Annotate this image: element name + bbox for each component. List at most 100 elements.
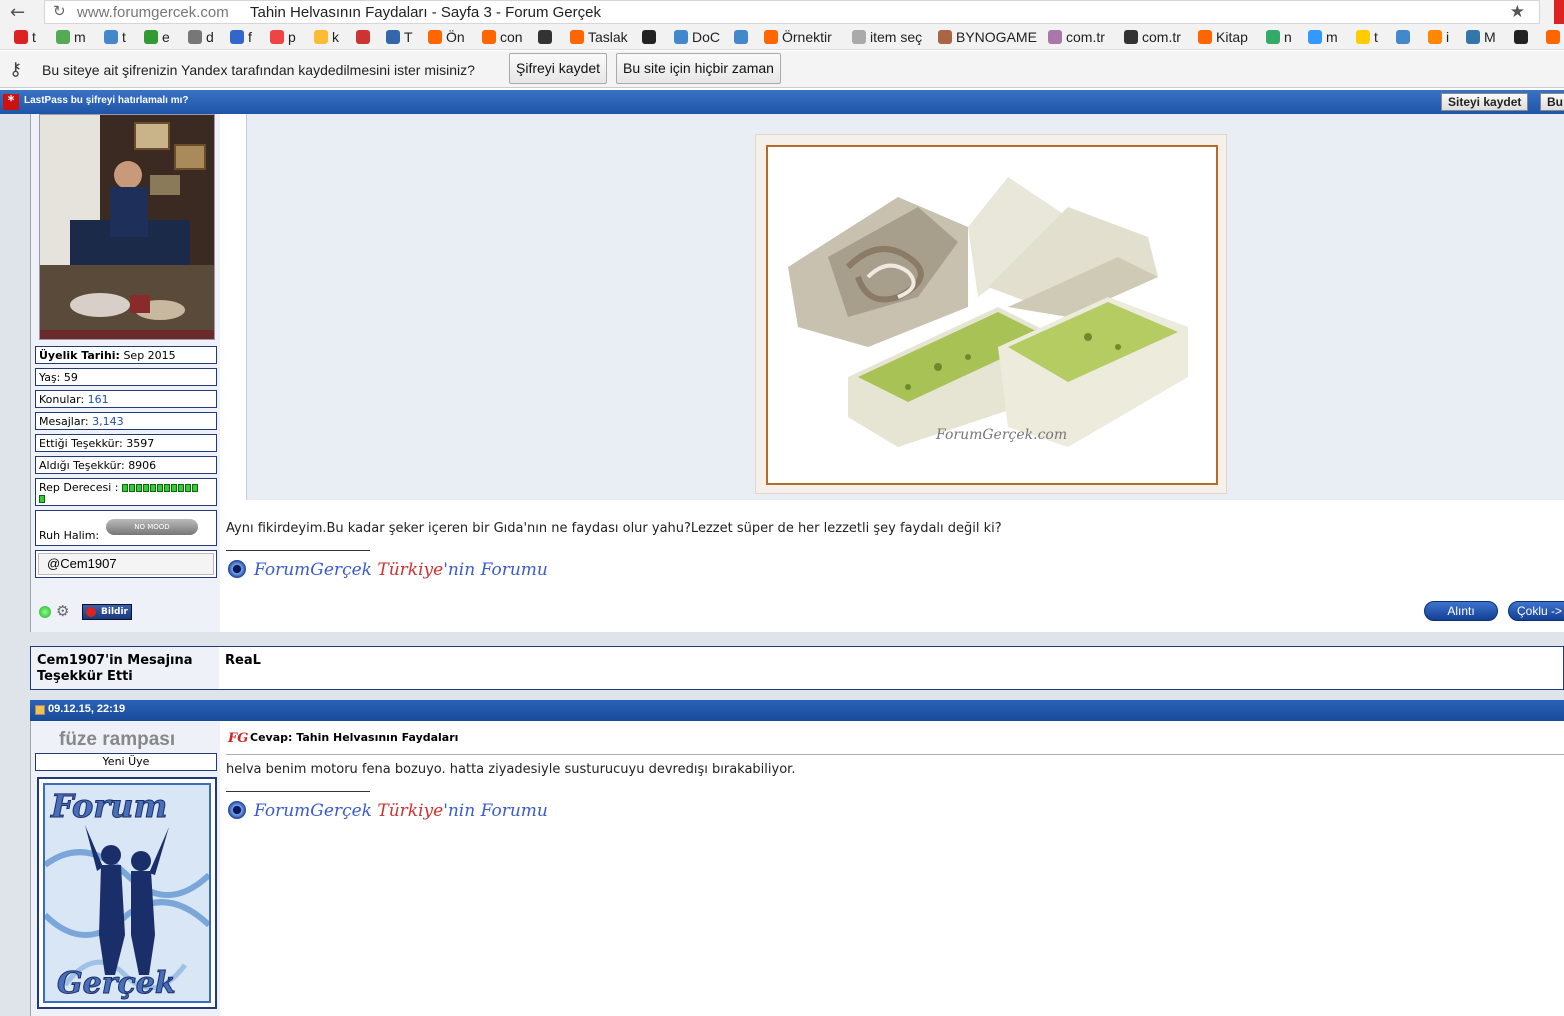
messages-link[interactable]: 3,143 — [92, 415, 124, 428]
bookmark-item[interactable]: t — [104, 29, 126, 45]
bookmark-favicon-icon — [764, 30, 778, 44]
bookmark-favicon-icon — [270, 30, 284, 44]
thanks-title-line2: Teşekkür Etti — [37, 669, 133, 684]
bookmark-star-icon[interactable]: ★ — [1510, 2, 1525, 22]
nazar-eye-icon — [228, 560, 246, 578]
bookmark-label: con — [500, 29, 523, 45]
signature-part2: Türkiye — [377, 801, 444, 821]
bookmark-favicon-icon — [1124, 30, 1138, 44]
bookmark-item[interactable]: m — [56, 29, 86, 45]
bookmark-item[interactable]: Taslak — [570, 29, 628, 45]
bookmark-label: M — [1484, 29, 1496, 45]
bookmark-item[interactable] — [642, 29, 660, 45]
reload-icon[interactable]: ↻ — [53, 2, 66, 20]
bookmark-item[interactable]: DoC — [674, 29, 720, 45]
bookmark-item[interactable]: t — [14, 29, 36, 45]
handle-field[interactable]: @Cem1907 — [38, 553, 214, 575]
quote-button[interactable]: Alıntı — [1424, 601, 1498, 621]
bookmark-item[interactable] — [1396, 29, 1414, 45]
rep-segment — [129, 484, 135, 492]
never-save-button[interactable]: Bu site için hiçbir zaman — [616, 53, 781, 84]
post2-avatar[interactable]: Forum Gerçek — [37, 777, 217, 1009]
image-watermark: ForumGerçek.com — [935, 427, 1067, 443]
age-value: 59 — [63, 371, 78, 384]
key-icon: ⚷ — [9, 59, 23, 80]
bookmark-favicon-icon — [14, 30, 28, 44]
bookmark-favicon-icon — [642, 30, 656, 44]
handle-box: @Cem1907 — [35, 550, 217, 578]
bookmark-item[interactable] — [1514, 29, 1532, 45]
bookmark-item[interactable]: Ön — [428, 29, 465, 45]
multi-quote-button[interactable]: Çoklu -> — [1508, 601, 1564, 621]
save-site-button[interactable]: Siteyi kaydet — [1441, 93, 1529, 111]
report-icon — [86, 607, 96, 617]
user-profile-icon[interactable]: ⚙ — [56, 602, 69, 620]
post2-signature[interactable]: ForumGerçek Türkiye'nin Forumu — [228, 801, 548, 821]
bookmark-item[interactable]: Örnektir — [764, 29, 832, 45]
bookmark-label: Kitap — [1216, 29, 1248, 45]
bookmark-item[interactable]: p — [270, 29, 296, 45]
rep-segment — [143, 484, 149, 492]
bookmark-item[interactable]: com.tr — [1124, 29, 1181, 45]
back-arrow-icon[interactable]: ← — [10, 2, 25, 23]
member-avatar[interactable] — [39, 114, 215, 340]
bookmark-item[interactable]: T — [386, 29, 413, 45]
bookmark-item[interactable]: Kitap — [1198, 29, 1248, 45]
signature-part2: Türkiye — [377, 560, 444, 580]
messages-label: Mesajlar: — [39, 415, 89, 428]
bookmark-favicon-icon — [428, 30, 442, 44]
bookmark-label: BYNOGAME — [956, 29, 1037, 45]
bookmark-item[interactable]: n — [1266, 29, 1292, 45]
extension-icon[interactable] — [1554, 0, 1564, 24]
mood-label: Ruh Halim: — [39, 529, 100, 542]
topics-link[interactable]: 161 — [88, 393, 109, 406]
bookmark-item[interactable]: m — [1308, 29, 1338, 45]
lastpass-icon: * — [3, 94, 19, 110]
bookmark-favicon-icon — [852, 30, 866, 44]
bookmark-item[interactable]: item seç — [852, 29, 922, 45]
bookmark-item[interactable]: f — [230, 29, 252, 45]
bookmarks-bar: t m t e d f p k T Ön con Taslak DoC Örnektir item seç B… — [0, 26, 1564, 50]
post1-signature[interactable]: ForumGerçek Türkiye'nin Forumu — [228, 560, 548, 580]
lastpass-other-button[interactable]: Bu — [1540, 93, 1564, 111]
bookmark-item[interactable]: d — [188, 29, 214, 45]
bookmark-item[interactable]: t — [1356, 29, 1378, 45]
bookmark-label: p — [288, 29, 296, 45]
rep-segment — [164, 484, 170, 492]
bookmark-item[interactable] — [1546, 29, 1564, 45]
thanks-given-value: 3597 — [126, 437, 155, 450]
halva-image-frame: ForumGerçek.com — [755, 134, 1227, 494]
save-password-button[interactable]: Şifreyi kaydet — [509, 53, 608, 84]
bookmark-item[interactable] — [356, 29, 374, 45]
report-label: Bildir — [101, 607, 128, 617]
bookmark-favicon-icon — [538, 30, 552, 44]
bookmark-item[interactable] — [538, 29, 556, 45]
bookmark-item[interactable]: M — [1466, 29, 1496, 45]
bookmark-favicon-icon — [734, 30, 748, 44]
bookmark-item[interactable]: k — [314, 29, 339, 45]
mood-box: Ruh Halim: NO MOOD — [35, 510, 217, 546]
address-bar[interactable]: ↻ www.forumgercek.com Tahin Helvasının F… — [44, 0, 1540, 24]
join-date-box: Üyelik Tarihi: Sep 2015 — [35, 346, 217, 364]
bookmark-label: f — [248, 29, 252, 45]
post2-username[interactable]: füze rampası — [59, 729, 175, 751]
join-date-value: Sep 2015 — [123, 349, 176, 362]
url-text: www.forumgercek.com — [77, 4, 229, 21]
thanks-user-link[interactable]: ReaL — [225, 653, 261, 668]
bookmark-item[interactable] — [734, 29, 752, 45]
report-button[interactable]: Bildir — [82, 604, 132, 620]
bookmark-item[interactable]: i — [1428, 29, 1449, 45]
bookmark-item[interactable]: BYNOGAME — [938, 29, 1037, 45]
bookmark-item[interactable]: e — [144, 29, 170, 45]
bookmark-item[interactable]: com.tr — [1048, 29, 1105, 45]
bookmark-favicon-icon — [188, 30, 202, 44]
bookmark-favicon-icon — [482, 30, 496, 44]
bookmark-item[interactable]: con — [482, 29, 523, 45]
bookmark-label: i — [1446, 29, 1450, 45]
thanks-row: Cem1907'in Mesajına Teşekkür Etti ReaL — [30, 646, 1564, 690]
bookmark-label: Örnektir — [782, 29, 832, 45]
halva-image[interactable]: ForumGerçek.com — [766, 145, 1218, 485]
post2-text: helva benim motoru fena bozuyo. hatta zi… — [226, 762, 796, 777]
rep-label: Rep Derecesi : — [39, 481, 119, 494]
topics-box: Konular: 161 — [35, 390, 217, 408]
